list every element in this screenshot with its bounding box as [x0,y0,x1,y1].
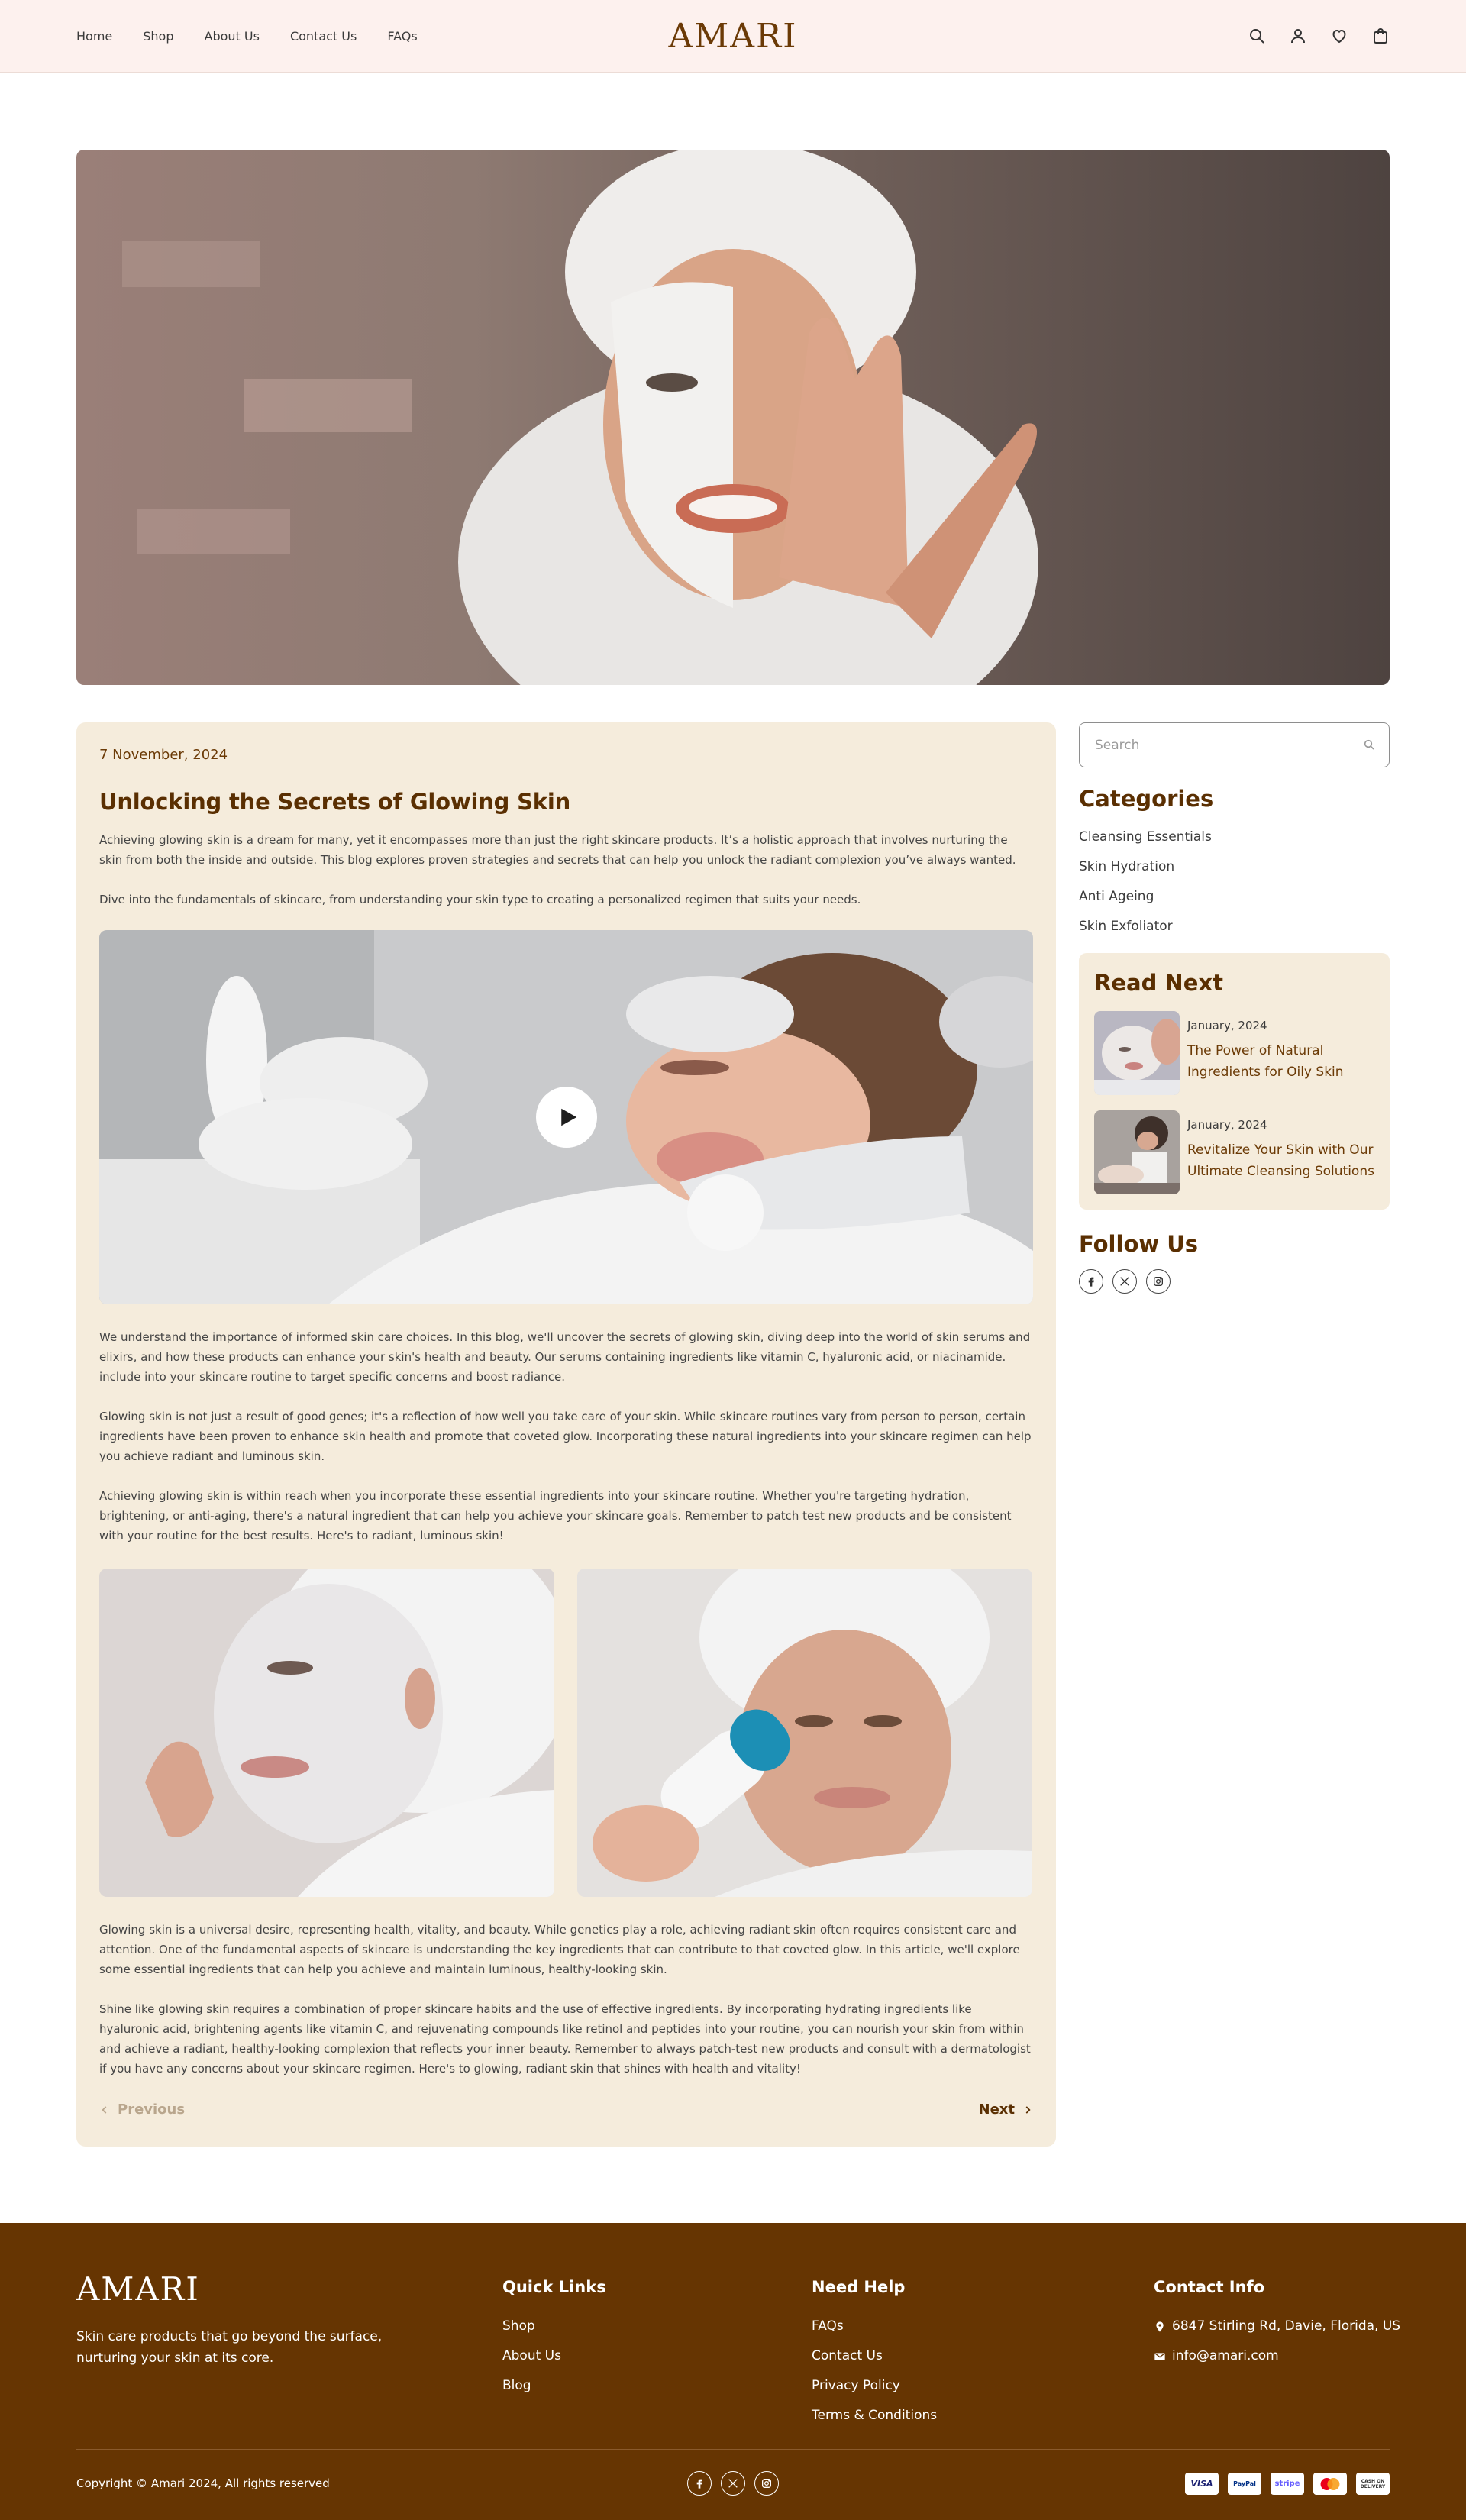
email-text: info@amari.com [1172,2348,1279,2363]
article-image-cleansing-brush [577,1569,1032,1897]
footer-need-help: Need Help FAQs Contact Us Privacy Policy… [812,2278,937,2431]
read-next-item[interactable]: January, 2024 Revitalize Your Skin with … [1094,1110,1374,1194]
category-item[interactable]: Skin Hydration [1079,852,1390,882]
play-button[interactable] [535,1087,597,1148]
post-title: Unlocking the Secrets of Glowing Skin [99,789,571,815]
chevron-right-icon [1025,2105,1031,2114]
article-paragraph: We understand the importance of informed… [99,1330,1031,1384]
category-item[interactable]: Cleansing Essentials [1079,822,1390,852]
nav-contact-us[interactable]: Contact Us [290,29,357,44]
categories-heading: Categories [1079,786,1214,812]
previous-post-link[interactable]: Previous [99,2102,185,2118]
nav-faqs[interactable]: FAQs [387,29,417,44]
site-footer: AMARI Skin care products that go beyond … [0,2223,1466,2520]
article-paragraph: Achieving glowing skin is within reach w… [99,1489,1012,1543]
x-icon[interactable] [721,2471,745,2496]
nav-about-us[interactable]: About Us [205,29,260,44]
footer-social-links [687,2471,779,2496]
cash-on-delivery-icon: CASH ON DELIVERY [1356,2473,1390,2495]
hero-image [76,150,1390,685]
article-image-face-mask [99,1569,554,1897]
sidebar-search [1079,722,1390,767]
category-item[interactable]: Anti Ageing [1079,882,1390,912]
play-icon [561,1108,577,1126]
blog-article: 7 November, 2024 Unlocking the Secrets o… [76,722,1056,2147]
follow-us-heading: Follow Us [1079,1231,1199,1257]
bag-icon[interactable] [1371,27,1390,45]
user-icon[interactable] [1289,27,1307,45]
footer-link-privacy-policy[interactable]: Privacy Policy [812,2371,937,2401]
location-pin-icon [1156,2321,1164,2332]
article-paragraph: Dive into the fundamentals of skincare, … [99,893,861,906]
header-actions [1248,27,1390,45]
footer-link-contact-us[interactable]: Contact Us [812,2341,937,2371]
facebook-icon[interactable] [1079,1269,1103,1294]
next-post-link[interactable]: Next [979,2102,1034,2118]
search-icon[interactable] [1248,27,1266,45]
previous-label: Previous [118,2102,186,2118]
quick-links-heading: Quick Links [502,2278,606,2296]
site-logo[interactable]: AMARI [668,17,797,56]
chevron-left-icon [102,2105,107,2114]
footer-contact-info: Contact Info 6847 Stirling Rd, Davie, Fl… [1154,2278,1400,2371]
footer-link-about-us[interactable]: About Us [502,2341,606,2371]
article-paragraph: Achieving glowing skin is a dream for ma… [99,833,1016,867]
footer-tagline: Skin care products that go beyond the su… [76,2329,383,2366]
mastercard-icon [1313,2473,1347,2495]
video-player[interactable] [99,930,1033,1304]
post-date: 7 November, 2024 [99,747,228,763]
instagram-icon[interactable] [1146,1269,1171,1294]
footer-email[interactable]: info@amari.com [1154,2341,1400,2371]
read-next-thumbnail [1094,1011,1180,1095]
article-image-row [99,1569,1033,1897]
read-next-title[interactable]: Revitalize Your Skin with Our Ultimate C… [1187,1139,1374,1182]
search-icon[interactable] [1363,738,1375,751]
paypal-icon: PayPal [1228,2473,1261,2495]
visa-icon: VISA [1185,2473,1219,2495]
footer-link-terms[interactable]: Terms & Conditions [812,2401,937,2431]
article-paragraph: Glowing skin is a universal desire, repr… [99,1923,1020,1976]
category-list: Cleansing Essentials Skin Hydration Anti… [1079,822,1390,942]
footer-link-faqs[interactable]: FAQs [812,2312,937,2341]
category-item[interactable]: Skin Exfoliator [1079,912,1390,942]
footer-logo[interactable]: AMARI [76,2270,200,2308]
read-next-meta: January, 2024 The Power of Natural Ingre… [1187,1011,1374,1095]
facebook-icon[interactable] [687,2471,712,2496]
read-next-heading: Read Next [1094,970,1223,996]
x-icon[interactable] [1112,1269,1137,1294]
read-next-item[interactable]: January, 2024 The Power of Natural Ingre… [1094,1011,1374,1095]
read-next-date: January, 2024 [1187,1019,1267,1032]
nav-shop[interactable]: Shop [143,29,173,44]
site-header: Home Shop About Us Contact Us FAQs AMARI [0,0,1466,73]
post-pagination: Previous Next [99,2102,1033,2118]
read-next-meta: January, 2024 Revitalize Your Skin with … [1187,1110,1374,1194]
footer-link-shop[interactable]: Shop [502,2312,606,2341]
article-paragraph: Shine like glowing skin requires a combi… [99,2002,1031,2076]
read-next-thumbnail [1094,1110,1180,1194]
sidebar-social-links [1079,1269,1390,1294]
instagram-icon[interactable] [754,2471,779,2496]
footer-address[interactable]: 6847 Stirling Rd, Davie, Florida, US [1154,2312,1400,2341]
address-text: 6847 Stirling Rd, Davie, Florida, US [1172,2318,1401,2334]
stripe-icon: stripe [1271,2473,1304,2495]
next-label: Next [978,2102,1016,2118]
contact-info-heading: Contact Info [1154,2278,1265,2296]
footer-link-blog[interactable]: Blog [502,2371,606,2401]
mail-icon [1154,2352,1165,2360]
blog-sidebar: Categories Cleansing Essentials Skin Hyd… [1079,722,1390,1294]
copyright-text: Copyright © Amari 2024, All rights reser… [76,2476,330,2490]
read-next-date: January, 2024 [1187,1118,1267,1132]
footer-divider [76,2449,1390,2450]
search-input[interactable] [1080,723,1389,767]
nav-home[interactable]: Home [76,29,112,44]
footer-quick-links: Quick Links Shop About Us Blog [502,2278,606,2401]
need-help-heading: Need Help [812,2278,906,2296]
payment-methods: VISA PayPal stripe CASH ON DELIVERY [1185,2473,1390,2495]
read-next-title[interactable]: The Power of Natural Ingredients for Oil… [1187,1040,1374,1083]
article-paragraph: Glowing skin is not just a result of goo… [99,1410,1032,1463]
read-next-box: Read Next January, 2024 The Power of Nat… [1079,953,1390,1210]
heart-icon[interactable] [1330,27,1348,45]
main-nav: Home Shop About Us Contact Us FAQs [76,29,418,44]
